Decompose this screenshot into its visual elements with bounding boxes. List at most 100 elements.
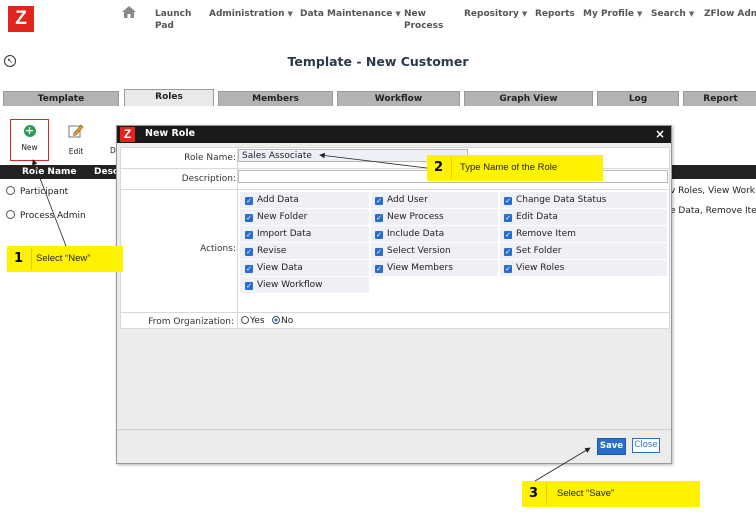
row-radio[interactable] bbox=[6, 210, 15, 219]
nav-launch-pad[interactable]: Launch Pad bbox=[155, 8, 191, 32]
action-label: Include Data bbox=[387, 229, 445, 239]
nav-administration[interactable]: Administration ▼ bbox=[209, 8, 293, 20]
role-name: Participant bbox=[20, 187, 69, 197]
role-name-label: Role Name: bbox=[184, 153, 236, 163]
close-button[interactable]: Close bbox=[632, 438, 660, 453]
nav-label: Launch bbox=[155, 9, 192, 19]
caret-down-icon: ▼ bbox=[637, 10, 643, 18]
checkbox-checked-icon: ✓ bbox=[245, 231, 253, 239]
page-title: Template - New Customer bbox=[287, 54, 469, 69]
nav-reports[interactable]: Reports bbox=[535, 8, 575, 20]
row-actions-text: v Roles, View Work bbox=[670, 186, 755, 196]
column-header-description[interactable]: Desc bbox=[94, 167, 118, 177]
tab-members[interactable]: Members bbox=[218, 91, 333, 106]
nav-search[interactable]: Search ▼ bbox=[651, 8, 694, 20]
tab-log[interactable]: Log bbox=[597, 91, 679, 106]
nav-label-line2: Pad bbox=[155, 21, 174, 31]
action-checkbox-set-folder[interactable]: ✓ Set Folder bbox=[504, 246, 561, 256]
action-checkbox-view-data[interactable]: ✓ View Data bbox=[245, 263, 303, 273]
action-label: Revise bbox=[257, 246, 287, 256]
radio-unchecked-icon bbox=[241, 316, 249, 324]
checkbox-checked-icon: ✓ bbox=[245, 282, 253, 290]
action-label: Edit Data bbox=[516, 212, 558, 222]
add-icon: + bbox=[23, 124, 36, 137]
edit-icon bbox=[68, 124, 84, 138]
table-row[interactable]: Process Admin bbox=[6, 210, 86, 221]
caret-down-icon: ▼ bbox=[395, 10, 401, 18]
org-yes-label: Yes bbox=[250, 316, 265, 326]
action-checkbox-new-process[interactable]: ✓ New Process bbox=[375, 212, 444, 222]
action-checkbox-view-workflow[interactable]: ✓ View Workflow bbox=[245, 280, 323, 290]
action-label: Remove Item bbox=[516, 229, 576, 239]
action-label: New Process bbox=[387, 212, 444, 222]
callout-select-new: 1 Select “New” bbox=[7, 246, 123, 272]
tab-graph-view[interactable]: Graph View bbox=[464, 91, 593, 106]
nav-label: ZFlow Adm bbox=[704, 9, 756, 19]
action-checkbox-edit-data[interactable]: ✓ Edit Data bbox=[504, 212, 558, 222]
checkbox-checked-icon: ✓ bbox=[504, 231, 512, 239]
checkbox-checked-icon: ✓ bbox=[504, 214, 512, 222]
callout-number: 1 bbox=[14, 251, 24, 266]
tab-roles[interactable]: Roles bbox=[124, 89, 214, 106]
nav-data-maintenance[interactable]: Data Maintenance ▼ bbox=[300, 8, 401, 20]
org-yes-radio[interactable]: Yes bbox=[241, 316, 265, 326]
edit-button-label: Edit bbox=[68, 147, 84, 156]
checkbox-checked-icon: ✓ bbox=[504, 265, 512, 273]
nav-new-process[interactable]: New Process bbox=[404, 8, 443, 32]
table-row[interactable]: Participant bbox=[6, 186, 68, 197]
action-checkbox-view-members[interactable]: ✓ View Members bbox=[375, 263, 453, 273]
nav-label: My Profile bbox=[583, 9, 635, 19]
tab-template[interactable]: Template bbox=[3, 91, 119, 106]
row-radio[interactable] bbox=[6, 186, 15, 195]
save-button[interactable]: Save bbox=[597, 438, 626, 455]
callout-text: Type Name of the Role bbox=[460, 162, 558, 173]
action-checkbox-import-data[interactable]: ✓ Import Data bbox=[245, 229, 311, 239]
caret-down-icon: ▼ bbox=[521, 10, 528, 18]
close-icon[interactable]: × bbox=[655, 127, 665, 141]
org-no-label: No bbox=[281, 316, 294, 326]
new-button-label: New bbox=[21, 143, 38, 152]
from-organization-label: From Organization: bbox=[148, 317, 234, 327]
action-label: View Data bbox=[257, 263, 303, 273]
action-checkbox-revise[interactable]: ✓ Revise bbox=[245, 246, 286, 256]
app-logo[interactable]: Z bbox=[8, 6, 34, 32]
column-header-role-name[interactable]: Role Name bbox=[22, 167, 77, 177]
action-label: View Members bbox=[387, 263, 453, 273]
nav-label-line2: Process bbox=[404, 21, 444, 31]
dialog-header bbox=[117, 126, 671, 143]
action-checkbox-change-data-status[interactable]: ✓ Change Data Status bbox=[504, 195, 606, 205]
action-checkbox-add-data[interactable]: ✓ Add Data bbox=[245, 195, 299, 205]
action-checkbox-select-version[interactable]: ✓ Select Version bbox=[375, 246, 451, 256]
edit-button[interactable]: Edit bbox=[64, 124, 88, 156]
action-label: View Roles bbox=[516, 263, 565, 273]
tab-report[interactable]: Report bbox=[683, 91, 756, 106]
checkbox-checked-icon: ✓ bbox=[375, 197, 383, 205]
nav-zflow-admin[interactable]: ZFlow Adm bbox=[704, 8, 756, 20]
callout-text: Select “New” bbox=[36, 253, 91, 264]
nav-label: Reports bbox=[535, 9, 575, 19]
action-checkbox-new-folder[interactable]: ✓ New Folder bbox=[245, 212, 307, 222]
new-button[interactable]: + New bbox=[10, 119, 49, 161]
action-label: Set Folder bbox=[516, 246, 562, 256]
action-label: Select Version bbox=[387, 246, 451, 256]
action-checkbox-include-data[interactable]: ✓ Include Data bbox=[375, 229, 444, 239]
checkbox-checked-icon: ✓ bbox=[375, 231, 383, 239]
action-label: View Workflow bbox=[257, 280, 323, 290]
action-checkbox-add-user[interactable]: ✓ Add User bbox=[375, 195, 428, 205]
actions-label: Actions: bbox=[200, 244, 236, 254]
checkbox-checked-icon: ✓ bbox=[375, 214, 383, 222]
checkbox-checked-icon: ✓ bbox=[245, 214, 253, 222]
nav-repository[interactable]: Repository ▼ bbox=[464, 8, 527, 20]
action-checkbox-view-roles[interactable]: ✓ View Roles bbox=[504, 263, 564, 273]
home-icon[interactable] bbox=[122, 6, 136, 21]
nav-my-profile[interactable]: My Profile ▼ bbox=[583, 8, 642, 20]
nav-label: Repository bbox=[464, 9, 519, 19]
tab-workflow[interactable]: Workflow bbox=[337, 91, 460, 106]
callout-text: Select “Save” bbox=[557, 488, 615, 499]
description-label: Description: bbox=[181, 174, 236, 184]
caret-down-icon: ▼ bbox=[688, 10, 695, 18]
checkbox-checked-icon: ✓ bbox=[375, 265, 383, 273]
checkbox-checked-icon: ✓ bbox=[504, 248, 512, 256]
action-checkbox-remove-item[interactable]: ✓ Remove Item bbox=[504, 229, 576, 239]
org-no-radio[interactable]: No bbox=[272, 316, 293, 326]
